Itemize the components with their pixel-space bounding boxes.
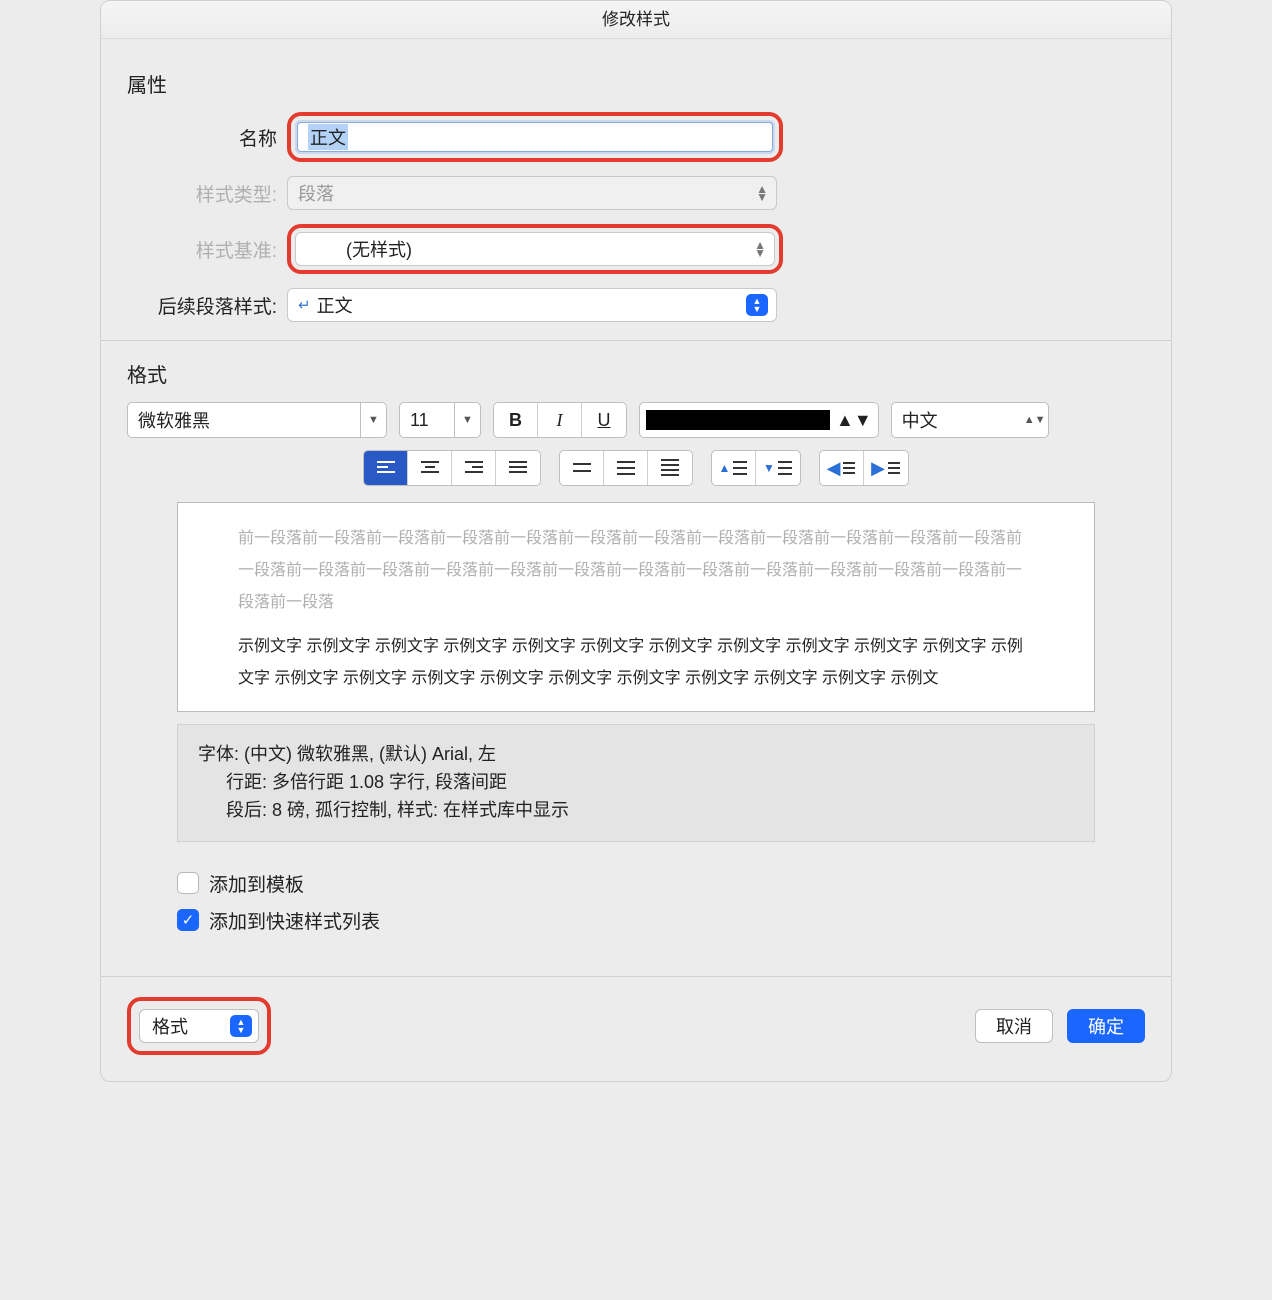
ok-button[interactable]: 确定 [1067,1009,1145,1043]
add-to-quickstyle-label: 添加到快速样式列表 [209,907,380,934]
style-description: 字体: (中文) 微软雅黑, (默认) Arial, 左 行距: 多倍行距 1.… [177,724,1095,842]
add-to-template-checkbox[interactable] [177,872,199,894]
based-on-label: 样式基准: [127,236,287,263]
paragraph-mark-icon: ↵ [298,296,311,314]
properties-heading: 属性 [127,69,1145,98]
add-to-quickstyle-checkbox[interactable]: ✓ [177,909,199,931]
chevron-updown-icon: ▲▼ [230,1015,252,1037]
chevron-updown-icon: ▲▼ [756,185,768,201]
font-color-select[interactable]: ▲▼ [639,402,879,438]
next-style-label: 后续段落样式: [127,292,287,319]
format-heading: 格式 [127,359,1145,388]
add-to-template-label: 添加到模板 [209,870,304,897]
align-justify-button[interactable] [496,451,540,485]
align-right-button[interactable] [452,451,496,485]
style-type-label: 样式类型: [127,180,287,207]
dropdown-icon: ▲▼ [1022,403,1048,437]
space-before-decrease-button[interactable]: ▼ [756,451,800,485]
name-input[interactable]: 正文 [295,120,775,154]
dialog-title: 修改样式 [101,1,1171,39]
style-type-select: 段落 ▲▼ [287,176,777,210]
name-label: 名称 [127,124,287,151]
dropdown-icon: ▼ [360,403,386,437]
dropdown-icon: ▼ [454,403,480,437]
align-left-button[interactable] [364,451,408,485]
format-menu-button[interactable]: 格式 ▲▼ [139,1009,259,1043]
line-spacing-2-button[interactable] [648,451,692,485]
color-swatch [646,410,830,430]
align-center-button[interactable] [408,451,452,485]
chevron-updown-icon: ▲▼ [754,241,766,257]
decrease-indent-button[interactable]: ◀ [820,451,864,485]
italic-button[interactable]: I [538,403,582,437]
font-size-select[interactable]: 11 ▼ [399,402,481,438]
line-spacing-15-button[interactable] [604,451,648,485]
underline-button[interactable]: U [582,403,626,437]
based-on-select[interactable]: (无样式) ▲▼ [295,232,775,266]
font-family-select[interactable]: 微软雅黑 ▼ [127,402,387,438]
line-spacing-1-button[interactable] [560,451,604,485]
space-before-increase-button[interactable]: ▲ [712,451,756,485]
increase-indent-button[interactable]: ▶ [864,451,908,485]
language-select[interactable]: 中文 ▲▼ [891,402,1049,438]
bold-button[interactable]: B [494,403,538,437]
cancel-button[interactable]: 取消 [975,1009,1053,1043]
next-style-select[interactable]: ↵ 正文 ▲▼ [287,288,777,322]
preview-box: 前一段落前一段落前一段落前一段落前一段落前一段落前一段落前一段落前一段落前一段落… [177,502,1095,712]
preview-sample-text: 示例文字 示例文字 示例文字 示例文字 示例文字 示例文字 示例文字 示例文字 … [238,631,1034,695]
chevron-updown-icon: ▲▼ [746,294,768,316]
chevron-updown-icon: ▲▼ [836,410,872,431]
preview-prev-paragraph: 前一段落前一段落前一段落前一段落前一段落前一段落前一段落前一段落前一段落前一段落… [238,523,1034,619]
modify-style-dialog: 修改样式 属性 名称 正文 样式类型: 段落 ▲▼ 样式基准: [100,0,1172,1082]
